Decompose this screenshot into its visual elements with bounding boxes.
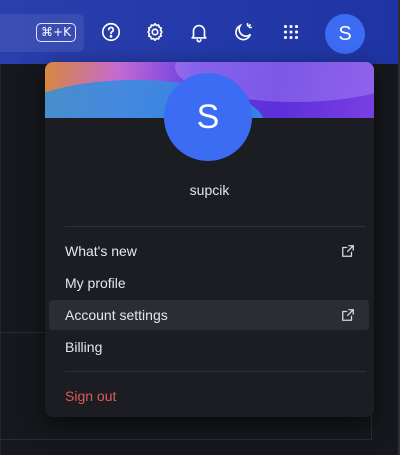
top-bar: ⌘+K S (0, 0, 400, 64)
divider (65, 371, 366, 372)
menu-item-label: What's new (65, 243, 137, 259)
help-icon[interactable] (99, 20, 123, 44)
external-link-icon (342, 245, 354, 257)
theme-toggle-icon[interactable] (231, 20, 255, 44)
settings-icon[interactable] (143, 20, 167, 44)
notifications-icon[interactable] (187, 20, 211, 44)
user-avatar-button[interactable]: S (325, 14, 365, 54)
username: supcik (189, 182, 230, 198)
menu-item-billing[interactable]: Billing (49, 332, 369, 362)
divider (65, 226, 366, 227)
menu-item-label: My profile (65, 275, 126, 291)
menu-item-my-profile[interactable]: My profile (49, 268, 369, 298)
profile-avatar: S (164, 73, 252, 161)
sign-out-label: Sign out (65, 388, 117, 404)
external-link-icon (342, 309, 354, 321)
search-shortcut-badge: ⌘+K (36, 23, 76, 42)
sign-out-button[interactable]: Sign out (49, 381, 369, 411)
menu-item-label: Billing (65, 339, 103, 355)
menu-item-account-settings[interactable]: Account settings (49, 300, 369, 330)
account-dropdown-menu: S supcik What's new My profile Account s… (45, 62, 374, 417)
apps-grid-icon[interactable] (279, 20, 303, 44)
menu-item-label: Account settings (65, 307, 168, 323)
menu-item-whats-new[interactable]: What's new (49, 236, 369, 266)
